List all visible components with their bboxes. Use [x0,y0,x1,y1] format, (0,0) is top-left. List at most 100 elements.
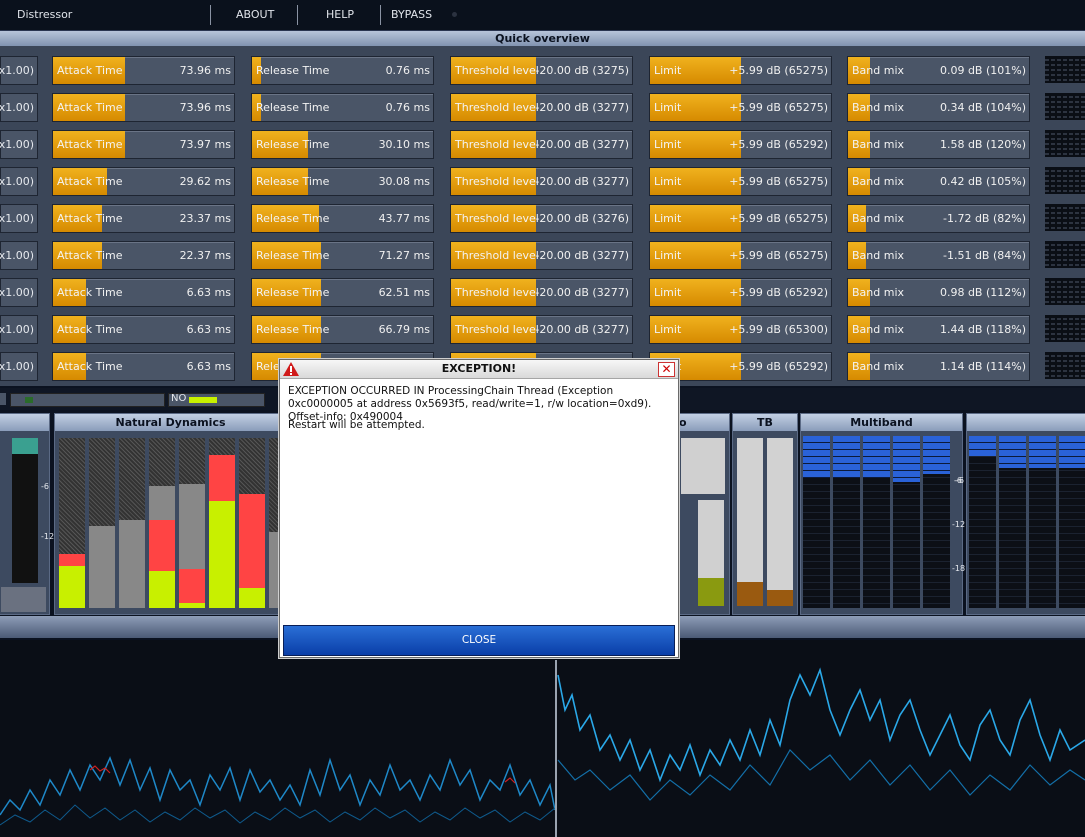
attack-slider[interactable]: Attack Time 22.37 ms [52,241,235,270]
bandmix-slider[interactable]: Band mix 1.44 dB (118%) [847,315,1030,344]
threshold-slider[interactable]: Threshold level -20.00 dB (3276) [450,204,633,233]
bypass-button[interactable]: BYPASS [391,8,432,21]
channel-scale-cell[interactable]: (x1.00) [0,130,38,159]
meter-segment [1045,64,1085,66]
channel-scale-cell[interactable]: (x1.00) [0,352,38,381]
left-meter-panel: -6 -12 [0,413,54,615]
threshold-slider[interactable]: Threshold level -20.00 dB (3275) [450,56,633,85]
bandmix-slider[interactable]: Band mix 0.34 dB (104%) [847,93,1030,122]
channel-scale-label: (x1.00) [0,323,34,336]
meter-segment [179,602,205,608]
channel-scale-cell[interactable]: (x1.00) [0,315,38,344]
row-level-meter [1045,315,1085,342]
release-slider[interactable]: Release Time 0.76 ms [251,56,434,85]
release-slider[interactable]: Release Time 30.10 ms [251,130,434,159]
attack-slider[interactable]: Attack Time 6.63 ms [52,315,235,344]
release-slider[interactable]: Release Time 66.79 ms [251,315,434,344]
band-meter-fill [1059,436,1085,468]
bandmix-value: 1.58 dB (120%) [939,138,1026,151]
attack-slider[interactable]: Attack Time 23.37 ms [52,204,235,233]
bandmix-slider[interactable]: Band mix -1.51 dB (84%) [847,241,1030,270]
release-value: 0.76 ms [385,64,430,77]
meter-segment [1045,133,1085,135]
release-slider[interactable]: Release Time 62.51 ms [251,278,434,307]
threshold-slider[interactable]: Threshold level -20.00 dB (3277) [450,278,633,307]
limit-label: Limit [654,249,682,262]
attack-slider[interactable]: Attack Time 73.96 ms [52,93,235,122]
panel-header: o [677,414,729,431]
threshold-slider[interactable]: Threshold level -20.00 dB (3277) [450,130,633,159]
band-meter-fill [863,436,890,478]
release-label: Release Time [256,212,330,225]
threshold-slider[interactable]: Threshold level -20.00 dB (3277) [450,167,633,196]
threshold-slider[interactable]: Threshold level -20.00 dB (3277) [450,241,633,270]
meter-segment [1045,360,1085,362]
bandmix-slider[interactable]: Band mix 1.58 dB (120%) [847,130,1030,159]
threshold-slider[interactable]: Threshold level -20.00 dB (3277) [450,93,633,122]
limit-slider[interactable]: Limit +5.99 dB (65275) [649,204,832,233]
release-slider[interactable]: Release Time 30.08 ms [251,167,434,196]
help-button[interactable]: HELP [326,8,354,21]
release-slider[interactable]: Release Time 0.76 ms [251,93,434,122]
attack-slider[interactable]: Attack Time 6.63 ms [52,278,235,307]
channel-scale-cell[interactable]: (x1.00) [0,56,38,85]
limit-slider[interactable]: Limit +5.99 dB (65275) [649,93,832,122]
release-label: Rele [256,360,280,373]
tick-label: -18 [952,564,966,573]
band-meter-fill [833,436,860,478]
panel-header [967,414,1085,431]
release-value: 66.79 ms [378,323,430,336]
bandmix-slider[interactable]: Band mix -1.72 dB (82%) [847,204,1030,233]
meter-segment [1045,244,1085,246]
attack-slider[interactable]: Attack Time 6.63 ms [52,352,235,381]
limit-value: +5.99 dB (65300) [729,323,828,336]
channel-scale-cell[interactable]: (x1.00) [0,278,38,307]
meter-segment [1045,74,1085,76]
channel-scale-cell[interactable]: (x1.00) [0,93,38,122]
meter-fill [12,438,38,454]
attack-slider[interactable]: Attack Time 73.97 ms [52,130,235,159]
release-slider[interactable]: Release Time 43.77 ms [251,204,434,233]
channel-scale-cell[interactable]: (x1.00) [0,241,38,270]
release-slider[interactable]: Release Time 71.27 ms [251,241,434,270]
bandmix-label: Band mix [852,360,905,373]
row-level-meter [1045,93,1085,120]
channel-scale-cell[interactable]: (x1.00) [0,167,38,196]
multiband-panel: Multiband -6 [800,413,964,615]
bandmix-slider[interactable]: Band mix 0.09 dB (101%) [847,56,1030,85]
limit-slider[interactable]: Limit +5.99 dB (65292) [649,130,832,159]
attack-slider[interactable]: Attack Time 73.96 ms [52,56,235,85]
limit-slider[interactable]: Limit +5.99 dB (65300) [649,315,832,344]
no-meter[interactable]: NO [168,393,265,407]
bandmix-label: Band mix [852,138,905,151]
strip-meter [10,393,165,407]
bandmix-slider[interactable]: Band mix 0.42 dB (105%) [847,167,1030,196]
threshold-slider[interactable]: Threshold level -20.00 dB (3277) [450,315,633,344]
release-value: 30.08 ms [378,175,430,188]
band-meter-fill [969,436,996,456]
release-label: Release Time [256,323,330,336]
meter-segment [1045,101,1085,103]
bandmix-value: 1.44 dB (118%) [939,323,1026,336]
close-button[interactable]: CLOSE [283,625,675,656]
release-label: Release Time [256,101,330,114]
quick-overview-grid: (x1.00) Attack Time 73.96 ms Release Time 0.… [0,46,1085,386]
bandmix-slider[interactable]: Band mix 1.14 dB (114%) [847,352,1030,381]
limit-slider[interactable]: Limit +5.99 dB (65275) [649,56,832,85]
quick-overview-header: Quick overview [0,31,1085,46]
close-icon[interactable]: ✕ [658,362,675,377]
dynamics-meter [59,438,85,608]
about-button[interactable]: ABOUT [236,8,274,21]
limit-slider[interactable]: Limit +5.99 dB (65292) [649,278,832,307]
attack-value: 73.97 ms [179,138,231,151]
row-level-meter [1045,130,1085,157]
limit-slider[interactable]: Limit +5.99 dB (65275) [649,241,832,270]
meter-segment [1045,143,1085,145]
channel-scale-label: (x1.00) [0,249,34,262]
limit-slider[interactable]: Limit +5.99 dB (65275) [649,167,832,196]
attack-slider[interactable]: Attack Time 29.62 ms [52,167,235,196]
attack-label: Attack Time [57,64,123,77]
meter-fill [698,578,724,606]
bandmix-slider[interactable]: Band mix 0.98 dB (112%) [847,278,1030,307]
channel-scale-cell[interactable]: (x1.00) [0,204,38,233]
